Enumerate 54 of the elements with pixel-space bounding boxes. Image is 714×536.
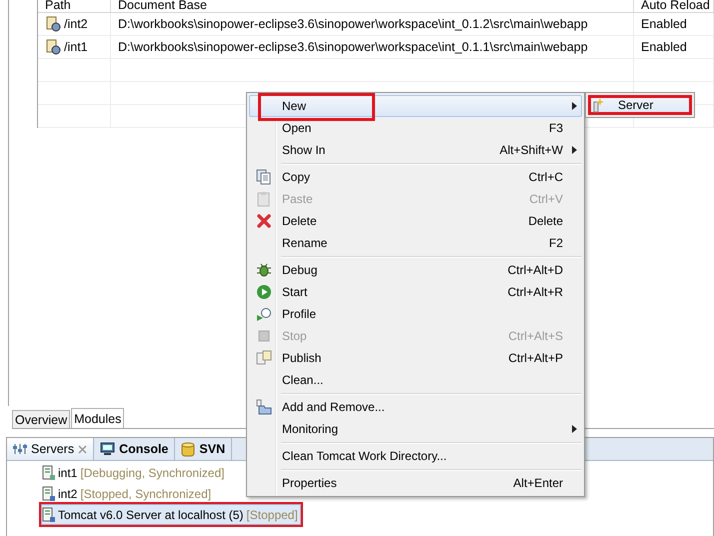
view-tab[interactable]: Servers — [7, 438, 94, 460]
menu-item[interactable]: Debug Ctrl+Alt+D — [249, 259, 582, 281]
column-header[interactable]: Path — [38, 0, 111, 12]
menu-item[interactable]: Profile — [249, 303, 582, 325]
publish-icon — [256, 350, 272, 366]
server-tree-item[interactable]: int1 [Debugging, Synchronized] — [41, 462, 228, 483]
auto-reload-text: Enabled — [641, 40, 687, 54]
paste-icon — [256, 191, 272, 207]
view-tab[interactable]: SVN — [175, 438, 232, 460]
web-module-icon — [45, 39, 61, 55]
database-icon — [181, 442, 196, 456]
auto-reload-text: Enabled — [641, 17, 687, 31]
copy-icon — [256, 169, 272, 185]
server-tree-item[interactable]: Tomcat v6.0 Server at localhost (5) [Stopped] — [41, 504, 301, 525]
path-text: /int1 — [64, 40, 88, 54]
web-module-icon — [45, 16, 61, 32]
menu-item[interactable]: Publish Ctrl+Alt+P — [249, 347, 582, 369]
play-icon — [256, 284, 272, 300]
sparkle-server-icon — [592, 97, 604, 113]
document-base-text: D:\workbooks\sinopower-eclipse3.6\sinopower\workspace\int_0.1.1\src\main\webapp — [118, 40, 588, 54]
document-base-text: D:\workbooks\sinopower-eclipse3.6\sinopower\workspace\int_0.1.2\src\main\webapp — [118, 17, 588, 31]
profile-icon — [256, 306, 272, 322]
path-text: /int2 — [64, 17, 88, 31]
menu-item[interactable]: Clean... — [249, 369, 582, 391]
menu-item[interactable]: Add and Remove... — [249, 396, 582, 418]
server-tree-item[interactable]: int2 [Stopped, Synchronized] — [41, 483, 214, 504]
menu-item[interactable]: Rename F2 — [249, 232, 582, 254]
submenu-arrow-icon — [572, 102, 576, 110]
server-icon — [42, 464, 55, 480]
stop-icon — [256, 328, 272, 344]
view-tab[interactable]: Console — [94, 438, 176, 460]
submenu-arrow-icon — [572, 425, 576, 433]
menu-item[interactable]: Properties Alt+Enter — [249, 472, 582, 494]
submenu-arrow-icon — [572, 146, 576, 154]
menu-item[interactable]: Start Ctrl+Alt+R — [249, 281, 582, 303]
bug-icon — [256, 262, 272, 278]
server-icon — [42, 506, 55, 522]
editor-tab[interactable]: Overview — [12, 410, 70, 428]
folder-icon — [256, 399, 272, 415]
menu-item[interactable]: Clean Tomcat Work Directory... — [249, 445, 582, 467]
column-header[interactable]: Document Base — [111, 0, 634, 12]
editor-tab[interactable]: Modules — [71, 408, 124, 428]
menu-item[interactable]: Copy Ctrl+C — [249, 166, 582, 188]
new-server-menu-item[interactable]: Server — [588, 95, 692, 115]
menu-item[interactable]: Monitoring — [249, 418, 582, 440]
server-icon — [42, 486, 55, 502]
menu-item[interactable]: Delete Delete — [249, 210, 582, 232]
console-icon — [100, 442, 116, 456]
menu-item[interactable]: Open F3 — [249, 117, 582, 139]
servers-icon — [13, 442, 27, 456]
menu-item[interactable]: Show In Alt+Shift+W — [249, 139, 582, 161]
close-icon[interactable] — [78, 444, 88, 454]
delete-icon — [256, 213, 272, 229]
column-header[interactable]: Auto Reload — [634, 0, 714, 12]
